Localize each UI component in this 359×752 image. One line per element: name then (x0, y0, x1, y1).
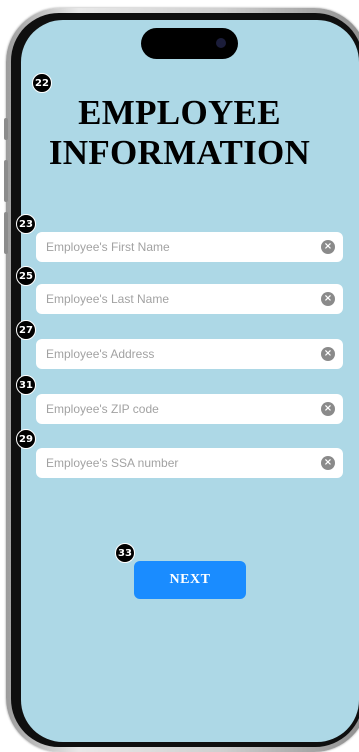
annotation-badge: 23 (16, 214, 36, 234)
annotation-badge: 27 (16, 320, 36, 340)
ssa-number-field[interactable]: × (36, 448, 343, 478)
next-button[interactable]: NEXT (134, 561, 246, 599)
first-name-field[interactable]: × (36, 232, 343, 262)
phone-side-button (4, 212, 8, 254)
address-input[interactable] (44, 346, 318, 362)
clear-icon[interactable]: × (321, 402, 335, 416)
last-name-input[interactable] (44, 291, 318, 307)
annotation-badge: 33 (115, 543, 135, 563)
zip-code-field[interactable]: × (36, 394, 343, 424)
page-title-line1: EMPLOYEE (78, 93, 281, 132)
address-field[interactable]: × (36, 339, 343, 369)
clear-icon[interactable]: × (321, 347, 335, 361)
annotation-badge: 22 (32, 73, 52, 93)
zip-code-input[interactable] (44, 401, 318, 417)
first-name-input[interactable] (44, 239, 318, 255)
clear-icon[interactable]: × (321, 292, 335, 306)
clear-icon[interactable]: × (321, 240, 335, 254)
last-name-field[interactable]: × (36, 284, 343, 314)
annotation-badge: 25 (16, 266, 36, 286)
annotation-badge: 29 (16, 429, 36, 449)
page-title-line2: INFORMATION (48, 133, 311, 172)
annotation-badge: 31 (16, 375, 36, 395)
clear-icon[interactable]: × (321, 456, 335, 470)
camera-icon (216, 38, 226, 48)
ssa-number-input[interactable] (44, 455, 318, 471)
dynamic-island (141, 28, 238, 59)
